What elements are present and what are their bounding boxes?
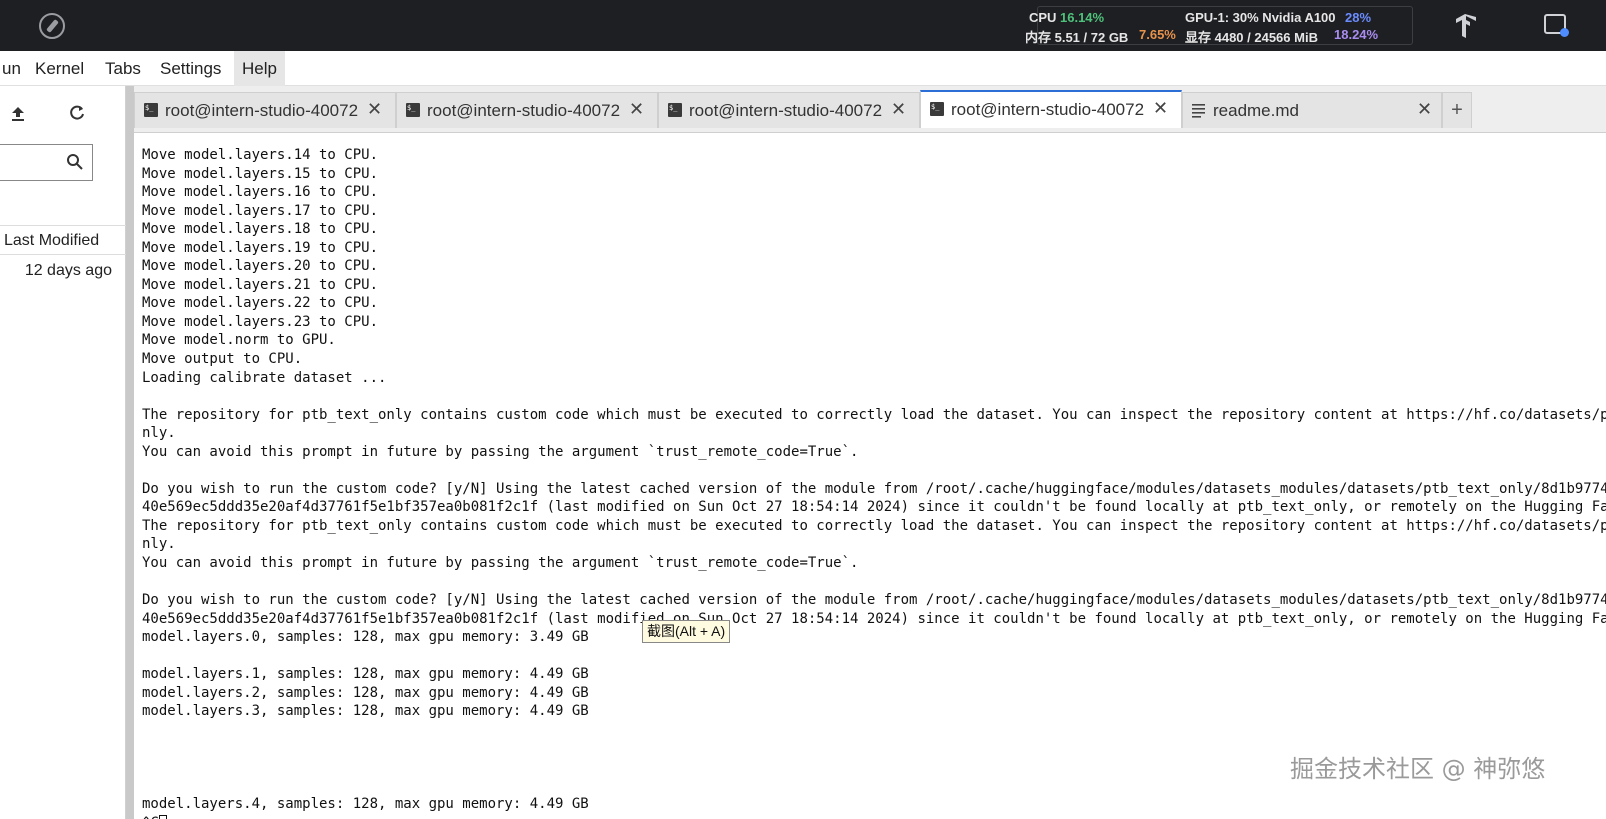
tab-label: root@intern-studio-40072 xyxy=(165,101,359,120)
file-search-input[interactable] xyxy=(0,144,93,181)
terminal-line: Loading calibrate dataset ... xyxy=(142,369,387,386)
terminal-line: Do you wish to run the custom code? [y/N… xyxy=(142,480,1606,497)
kernel-status-icon[interactable] xyxy=(1544,14,1569,37)
terminal-line: Move model.layers.20 to CPU. xyxy=(142,258,379,275)
tab-close-icon[interactable]: ✕ xyxy=(1153,98,1168,118)
terminal-line: Do you wish to run the custom code? [y/N… xyxy=(142,592,1606,609)
terminal-line: Move model.layers.23 to CPU. xyxy=(142,313,379,330)
gpu-label: GPU-1: 30% Nvidia A100 xyxy=(1185,10,1336,25)
menu-bar: un Kernel Tabs Settings Help xyxy=(0,51,1606,86)
top-bar: CPU 16.14% GPU-1: 30% Nvidia A100 28% 内存… xyxy=(0,0,1606,51)
tab-close-icon[interactable]: ✕ xyxy=(1417,99,1432,119)
terminal-line: model.layers.0, samples: 128, max gpu me… xyxy=(142,629,589,646)
file-browser-sidebar: Last Modified 12 days ago xyxy=(0,86,126,819)
terminal-line: Move model.layers.17 to CPU. xyxy=(142,202,379,219)
last-modified-header[interactable]: Last Modified xyxy=(0,225,126,255)
terminal-line: Move model.layers.22 to CPU. xyxy=(142,295,379,312)
refresh-icon[interactable] xyxy=(68,104,86,122)
markdown-file-icon xyxy=(1192,104,1205,118)
memory-value: 7.65% xyxy=(1139,27,1176,42)
compass-icon[interactable] xyxy=(39,13,65,39)
terminal-line: Move model.layers.15 to CPU. xyxy=(142,165,379,182)
tab-label: root@intern-studio-40072 xyxy=(689,101,883,120)
terminal-lines: Move model.layers.14 to CPU. Move model.l… xyxy=(142,146,1606,819)
terminal-line: 40e569ec5ddd35e20af4d37761f5e1bf357ea0b0… xyxy=(142,499,1606,516)
prompt-text: ^C xyxy=(142,815,159,819)
tab-close-icon[interactable]: ✕ xyxy=(629,99,644,119)
gpu-value: 28% xyxy=(1345,10,1372,25)
menu-run[interactable]: un xyxy=(0,51,29,86)
sidebar-resize-handle[interactable] xyxy=(126,86,134,819)
terminal-output[interactable]: Move model.layers.14 to CPU. Move model.l… xyxy=(134,133,1606,819)
terminal-line: nly. xyxy=(142,425,176,442)
menu-help[interactable]: Help xyxy=(234,51,285,86)
menu-kernel[interactable]: Kernel xyxy=(27,51,92,86)
terminal-line: 40e569ec5ddd35e20af4d37761f5e1bf357ea0b0… xyxy=(142,610,1606,627)
terminal-icon xyxy=(930,102,944,116)
terminal-cursor xyxy=(158,814,167,819)
upload-icon[interactable] xyxy=(10,106,26,122)
terminal-line: Move model.layers.21 to CPU. xyxy=(142,276,379,293)
terminal-line: You can avoid this prompt in future by p… xyxy=(142,443,859,460)
memory-label: 内存 5.51 / 72 GB xyxy=(1025,30,1129,45)
terminal-line: Move model.layers.18 to CPU. xyxy=(142,221,379,238)
tensorflow-icon[interactable] xyxy=(1453,12,1479,38)
terminal-line: model.layers.2, samples: 128, max gpu me… xyxy=(142,684,589,701)
terminal-line: Move model.layers.19 to CPU. xyxy=(142,239,379,256)
menu-tabs[interactable]: Tabs xyxy=(97,51,149,86)
tab-close-icon[interactable]: ✕ xyxy=(367,99,382,119)
terminal-line: Move output to CPU. xyxy=(142,351,303,368)
tab-bar: root@intern-studio-40072 ✕ root@intern-s… xyxy=(134,86,1606,133)
menu-settings[interactable]: Settings xyxy=(152,51,229,86)
cpu-label: CPU xyxy=(1029,10,1057,25)
watermark: 掘金技术社区 @ 神弥悠 xyxy=(1290,755,1546,783)
vram-value: 18.24% xyxy=(1334,27,1379,42)
terminal-icon xyxy=(406,103,420,117)
tab-terminal-3[interactable]: root@intern-studio-40072 ✕ xyxy=(658,92,920,128)
tab-readme[interactable]: readme.md ✕ xyxy=(1182,92,1442,128)
terminal-icon xyxy=(144,103,158,117)
resource-monitor: CPU 16.14% GPU-1: 30% Nvidia A100 28% 内存… xyxy=(1025,6,1413,45)
tab-terminal-1[interactable]: root@intern-studio-40072 ✕ xyxy=(134,92,396,128)
tab-label: root@intern-studio-40072 xyxy=(427,101,621,120)
tab-label: readme.md xyxy=(1213,101,1299,120)
new-tab-button[interactable]: + xyxy=(1442,92,1472,128)
screenshot-tooltip: 截图(Alt + A) xyxy=(642,620,731,643)
tab-terminal-2[interactable]: root@intern-studio-40072 ✕ xyxy=(396,92,658,128)
terminal-line: You can avoid this prompt in future by p… xyxy=(142,555,859,572)
terminal-line: The repository for ptb_text_only contain… xyxy=(142,406,1606,423)
terminal-line: model.layers.3, samples: 128, max gpu me… xyxy=(142,703,589,720)
terminal-prompt[interactable]: ^C xyxy=(142,814,1606,819)
tab-label: root@intern-studio-40072 xyxy=(951,100,1145,119)
terminal-line: Move model.norm to GPU. xyxy=(142,332,336,349)
terminal-line: model.layers.1, samples: 128, max gpu me… xyxy=(142,666,589,683)
cpu-value: 16.14% xyxy=(1060,10,1105,25)
tab-close-icon[interactable]: ✕ xyxy=(891,99,906,119)
search-icon xyxy=(67,154,83,170)
terminal-line: The repository for ptb_text_only contain… xyxy=(142,517,1606,534)
terminal-line: Move model.layers.16 to CPU. xyxy=(142,184,379,201)
terminal-icon xyxy=(668,103,682,117)
terminal-line: nly. xyxy=(142,536,176,553)
tab-terminal-4[interactable]: root@intern-studio-40072 ✕ xyxy=(920,90,1182,128)
file-modified-value[interactable]: 12 days ago xyxy=(0,258,112,284)
terminal-line: Move model.layers.14 to CPU. xyxy=(142,147,379,163)
vram-label: 显存 4480 / 24566 MiB xyxy=(1185,30,1318,45)
terminal-line: model.layers.4, samples: 128, max gpu me… xyxy=(142,796,589,813)
